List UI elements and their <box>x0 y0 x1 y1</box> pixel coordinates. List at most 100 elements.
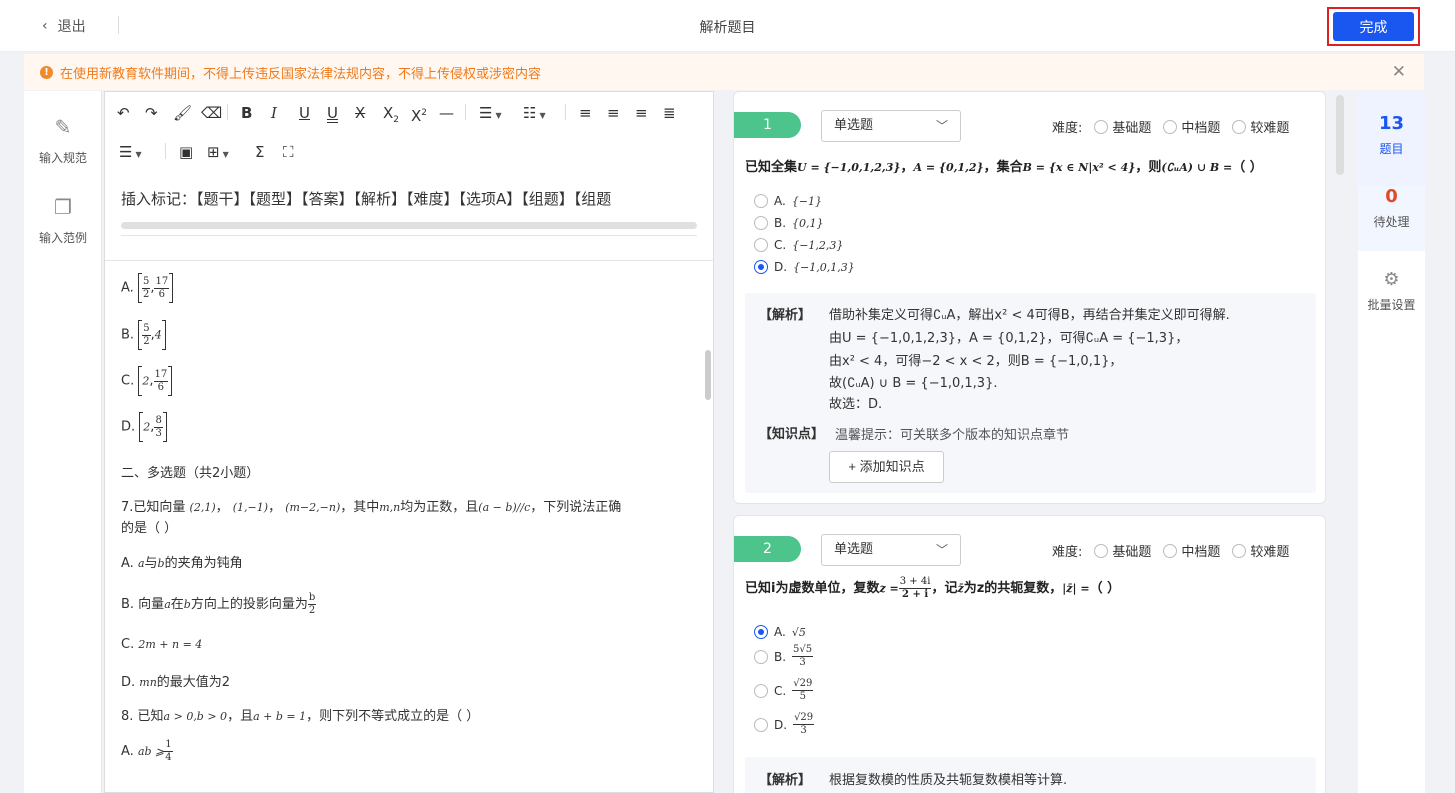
option-d[interactable]: D. {−1,0,1,3} <box>754 260 855 274</box>
question-card: 2 单选题 ﹀ 难度: 基础题 中档题 较难题 已知i为虚数单位，复数z = 3 +… <box>733 515 1326 793</box>
divider <box>465 104 466 120</box>
question-stem: 已知i为虚数单位，复数z = 3 + 4i 2 + i ，记z̄为z的共轭复数，|z̄… <box>745 576 1121 600</box>
nav-label: 输入范例 <box>38 231 87 245</box>
difficulty-basic[interactable]: 基础题 <box>1094 117 1151 136</box>
table-icon[interactable]: ⊞ ▼ <box>207 143 229 164</box>
vertical-scrollbar[interactable] <box>1336 95 1344 175</box>
nav-input-example[interactable]: ❐ 输入范例 <box>24 195 102 246</box>
question-stem: 已知全集U = {−1,0,1,2,3}，A = {0,1,2}，集合B = {… <box>745 160 1263 175</box>
question-7-line-2: 的是（ ） <box>121 521 178 536</box>
format-painter-icon[interactable]: 🖌 <box>173 104 192 122</box>
question-8-line: 8. 已知a > 0,b > 0，且a + b = 1，则下列不等式成立的是（ … <box>121 709 480 724</box>
option-b[interactable]: B. {0,1} <box>754 216 824 230</box>
batch-settings[interactable]: ⚙ 批量设置 <box>1358 269 1425 313</box>
option-b[interactable]: B. 5√5 3 <box>754 644 814 669</box>
analysis-line: 借助补集定义可得∁ᵤA，解出x² < 4可得B，再结合并集定义即可得解. <box>829 308 1230 323</box>
nav-input-spec[interactable]: ✎ 输入规范 <box>24 115 102 166</box>
align-left-icon[interactable]: ≡ <box>579 104 592 122</box>
divider <box>105 260 713 261</box>
strikethrough-icon[interactable]: X <box>355 104 365 122</box>
done-highlight: 完成 <box>1327 7 1420 46</box>
q7-option-b: B. 向量a在b方向上的投影向量为 b 2 <box>121 592 317 616</box>
underline-icon[interactable]: U <box>299 104 310 122</box>
double-underline-icon[interactable]: U <box>327 104 338 122</box>
crop-icon[interactable]: ⛶ <box>283 143 294 161</box>
radio-icon <box>754 238 768 252</box>
align-center-icon[interactable]: ≡ <box>607 104 620 122</box>
subscript-icon[interactable]: X2 <box>383 104 399 129</box>
q7-option-a: A. a与b的夹角为钝角 <box>121 556 243 571</box>
warning-icon: ! <box>40 65 53 79</box>
ordered-list-icon[interactable]: ☰ ▼ <box>479 104 502 125</box>
vertical-scrollbar[interactable] <box>705 350 711 400</box>
line-spacing-icon[interactable]: ☰ ▼ <box>119 143 142 164</box>
editor-toolbar: ↶ ↷ 🖌 ⌫ B I U U X X2 X2 — ☰ ▼ ☷ ▼ ≡ ≡ ≡ ≣ … <box>105 92 713 172</box>
unordered-list-icon[interactable]: ☷ ▼ <box>523 104 546 125</box>
radio-icon <box>754 683 768 698</box>
option-c[interactable]: C. {−1,2,3} <box>754 238 843 252</box>
divider <box>165 143 166 159</box>
insert-marks[interactable]: 插入标记：【题干】【题型】【答案】【解析】【难度】【选项A】【组题】【组题 <box>121 188 697 209</box>
formula-icon[interactable]: Σ <box>255 143 264 161</box>
analysis-box: 【解析】 根据复数模的性质及共轭复数模相等计算. <box>745 757 1316 793</box>
difficulty-medium[interactable]: 中档题 <box>1163 117 1220 136</box>
radio-icon <box>1094 119 1109 134</box>
eraser-icon[interactable]: ⌫ <box>201 104 222 122</box>
analysis-line: 根据复数模的性质及共轭复数模相等计算. <box>829 773 1068 788</box>
option-d[interactable]: D. √29 3 <box>754 712 815 737</box>
horizontal-scrollbar[interactable] <box>121 222 697 229</box>
option-d-line: D. 2, 8 3 <box>121 412 167 442</box>
difficulty-hard[interactable]: 较难题 <box>1232 541 1289 560</box>
nav-label: 输入规范 <box>38 151 87 165</box>
gear-icon: ⚙ <box>1383 269 1400 290</box>
tools-icon: ✎ <box>54 115 72 139</box>
knowledge-hint: 温馨提示：可关联多个版本的知识点章节 <box>835 428 1070 443</box>
radio-icon <box>1163 543 1178 558</box>
align-right-icon[interactable]: ≡ <box>635 104 648 122</box>
question-7-line: 7.已知向量 (2,1)， (1,−1)， (m−2,−n)，其中m,n均为正数… <box>121 500 622 515</box>
superscript-icon[interactable]: X2 <box>411 104 427 125</box>
option-c[interactable]: C. √29 5 <box>754 678 814 703</box>
question-type-select[interactable]: 单选题 ﹀ <box>821 534 961 566</box>
q7-option-d: D. mn的最大值为2 <box>121 675 231 690</box>
knowledge-label: 【知识点】 <box>759 427 825 442</box>
difficulty-medium[interactable]: 中档题 <box>1163 541 1220 560</box>
question-type-select[interactable]: 单选题 ﹀ <box>821 110 961 142</box>
horizontal-line-icon[interactable]: — <box>439 104 454 122</box>
italic-icon[interactable]: I <box>271 104 277 122</box>
image-icon[interactable]: ▣ <box>179 143 193 161</box>
bold-icon[interactable]: B <box>241 104 252 122</box>
notice-text: 在使用新教育软件期间，不得上传违反国家法律法规内容，不得上传侵权或涉密内容 <box>60 66 542 82</box>
radio-icon <box>754 194 768 208</box>
done-button[interactable]: 完成 <box>1333 12 1414 41</box>
analysis-label: 【解析】 <box>759 773 812 788</box>
chevron-down-icon: ﹀ <box>935 119 948 133</box>
radio-icon <box>754 717 768 732</box>
radio-selected-icon <box>754 260 768 274</box>
section-heading: 二、多选题（共2小题） <box>121 466 260 481</box>
total-count[interactable]: 13 题目 <box>1358 91 1425 186</box>
top-bar: ‹ 退出 解析题目 完成 <box>0 0 1455 52</box>
q8-option-a: A. ab ⩾ 1 4 <box>121 739 173 763</box>
page-title: 解析题目 <box>699 20 756 36</box>
undo-icon[interactable]: ↶ <box>117 104 130 122</box>
difficulty-basic[interactable]: 基础题 <box>1094 541 1151 560</box>
option-a[interactable]: A. {−1} <box>754 194 822 208</box>
left-nav: ✎ 输入规范 ❐ 输入范例 <box>24 91 102 793</box>
pending-count[interactable]: 0 待处理 <box>1358 186 1425 251</box>
radio-selected-icon <box>754 625 768 639</box>
close-icon[interactable]: ✕ <box>1392 62 1406 82</box>
question-number: 1 <box>734 112 801 138</box>
chevron-down-icon: ﹀ <box>935 543 948 557</box>
option-b-line: B. 5 2,4 <box>121 320 166 350</box>
add-knowledge-button[interactable]: + 添加知识点 <box>829 451 944 483</box>
difficulty-hard[interactable]: 较难题 <box>1232 117 1289 136</box>
option-a[interactable]: A. √5 <box>754 625 806 639</box>
question-number: 2 <box>734 536 801 562</box>
align-justify-icon[interactable]: ≣ <box>663 104 676 122</box>
redo-icon[interactable]: ↷ <box>145 104 158 122</box>
radio-icon <box>754 649 768 664</box>
radio-icon <box>1094 543 1109 558</box>
question-panel: 1 单选题 ﹀ 难度: 基础题 中档题 较难题 已知全集U = {−1,0,1,2… <box>722 91 1350 793</box>
difficulty-group: 难度: 基础题 中档题 较难题 <box>1052 541 1289 560</box>
